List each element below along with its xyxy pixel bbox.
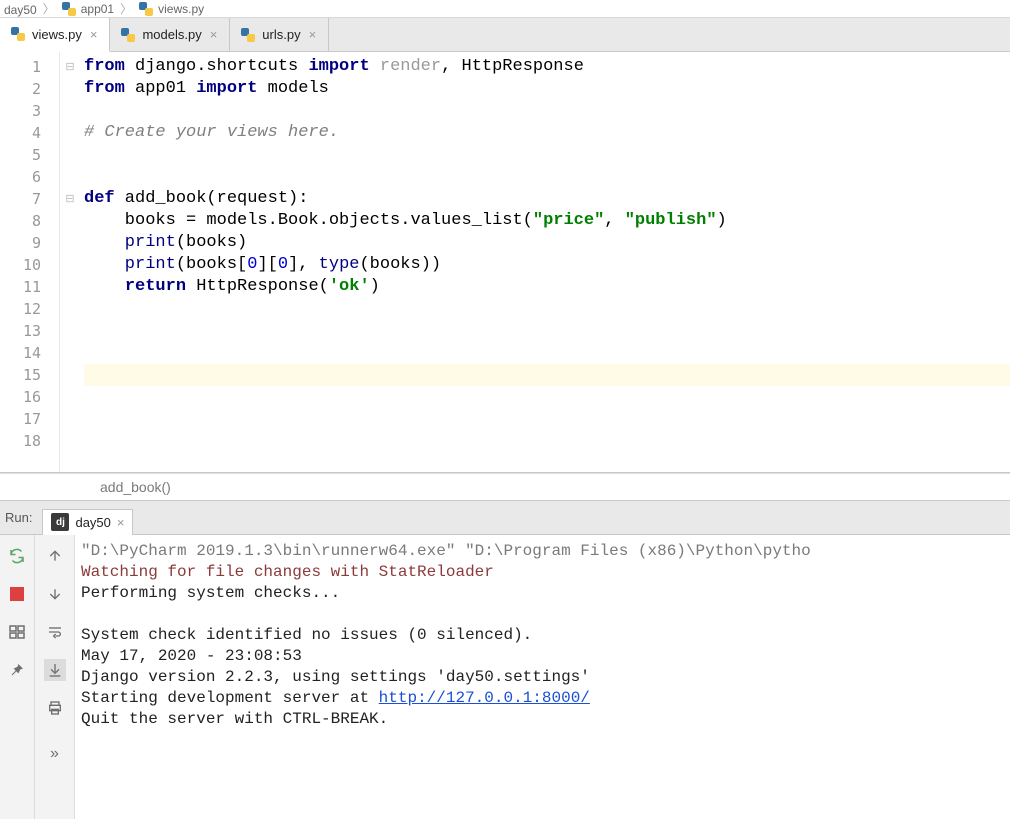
- python-icon: [61, 1, 77, 17]
- more-button[interactable]: »: [44, 743, 66, 765]
- breadcrumb: day50 〉 app01 〉 views.py: [0, 0, 1010, 18]
- fold-gutter: ⊟ ⊟: [60, 52, 80, 472]
- stop-button[interactable]: [6, 583, 28, 605]
- close-icon[interactable]: ×: [117, 515, 125, 530]
- print-button[interactable]: [44, 697, 66, 719]
- pin-button[interactable]: [6, 659, 28, 681]
- rerun-button[interactable]: [6, 545, 28, 567]
- run-config-name: day50: [75, 515, 110, 530]
- tab-label: urls.py: [262, 27, 300, 42]
- run-tool-window-header: Run: dj day50 ×: [0, 501, 1010, 535]
- breadcrumb-project[interactable]: day50: [4, 3, 37, 17]
- scroll-to-end-button[interactable]: [44, 659, 66, 681]
- function-breadcrumb-label: add_book(): [100, 479, 171, 495]
- editor-tab[interactable]: models.py ×: [110, 18, 230, 51]
- run-toolbar-secondary: »: [35, 535, 75, 819]
- line-number-gutter: 123456789101112131415161718: [0, 52, 60, 472]
- tab-label: views.py: [32, 27, 82, 42]
- code-editor[interactable]: 123456789101112131415161718 ⊟ ⊟ from dja…: [0, 52, 1010, 473]
- run-tool-window: » "D:\PyCharm 2019.1.3\bin\runnerw64.exe…: [0, 535, 1010, 819]
- close-icon[interactable]: ×: [307, 27, 319, 42]
- breadcrumb-app-label: app01: [81, 2, 114, 16]
- up-button[interactable]: [44, 545, 66, 567]
- close-icon[interactable]: ×: [208, 27, 220, 42]
- django-icon: dj: [51, 513, 69, 531]
- breadcrumb-app[interactable]: app01: [61, 1, 114, 17]
- tab-label: models.py: [142, 27, 201, 42]
- python-icon: [138, 1, 154, 17]
- python-icon: [10, 26, 26, 42]
- editor-tab-strip: views.py × models.py × urls.py ×: [0, 18, 1010, 52]
- python-icon: [120, 27, 136, 43]
- code-area[interactable]: from django.shortcuts import render, Htt…: [80, 52, 1010, 472]
- breadcrumb-file[interactable]: views.py: [138, 1, 204, 17]
- close-icon[interactable]: ×: [88, 27, 100, 42]
- chevron-right-icon: 〉: [43, 0, 55, 17]
- breadcrumb-file-label: views.py: [158, 2, 204, 16]
- soft-wrap-button[interactable]: [44, 621, 66, 643]
- down-button[interactable]: [44, 583, 66, 605]
- console-output[interactable]: "D:\PyCharm 2019.1.3\bin\runnerw64.exe" …: [75, 535, 1010, 819]
- run-config-tab[interactable]: dj day50 ×: [42, 509, 133, 535]
- ide-root: day50 〉 app01 〉 views.py views.py×models…: [0, 0, 1010, 819]
- python-icon: [240, 27, 256, 43]
- editor-tab[interactable]: views.py ×: [0, 18, 110, 52]
- editor-tab[interactable]: urls.py ×: [230, 18, 329, 51]
- chevron-right-icon: 〉: [120, 0, 132, 17]
- function-breadcrumb[interactable]: add_book(): [0, 473, 1010, 501]
- run-toolbar-primary: [0, 535, 35, 819]
- layout-button[interactable]: [6, 621, 28, 643]
- server-url-link[interactable]: http://127.0.0.1:8000/: [379, 689, 590, 707]
- run-label: Run:: [5, 510, 32, 525]
